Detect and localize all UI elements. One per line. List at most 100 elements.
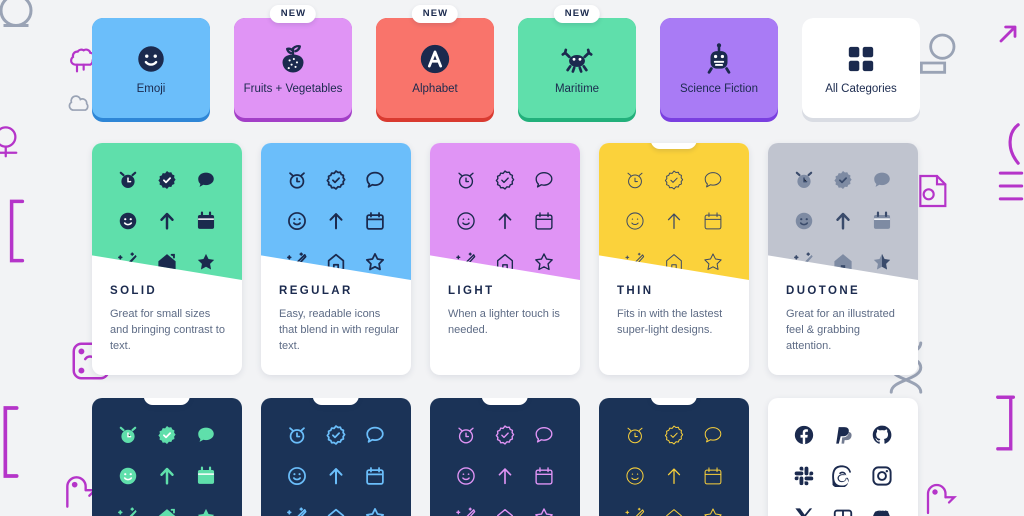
dark-style-card[interactable]: NEW <box>261 398 411 516</box>
magic-wand-icon <box>624 506 646 516</box>
category-card-label: Science Fiction <box>680 83 758 95</box>
style-card-preview <box>261 143 411 280</box>
check-badge-icon <box>156 169 178 191</box>
style-card-body: SOLID Great for small sizes and bringing … <box>110 285 230 354</box>
category-card-face: All Categories <box>802 18 920 118</box>
category-card[interactable]: Fruits + Vegetables NEW <box>234 5 352 122</box>
category-card-label: Fruits + Vegetables <box>243 83 343 95</box>
style-card[interactable]: SOLID Great for small sizes and bringing … <box>92 143 242 375</box>
style-icon-grid <box>261 169 411 273</box>
arrow-up-icon <box>325 210 347 232</box>
alarm-clock-icon <box>117 424 139 446</box>
check-badge-icon <box>494 169 516 191</box>
x-twitter-icon <box>793 506 815 516</box>
dark-style-card[interactable]: NEW <box>430 398 580 516</box>
check-badge-icon <box>663 169 685 191</box>
magic-wand-icon <box>117 506 139 516</box>
style-card-body: LIGHT When a lighter touch is needed. <box>448 285 568 338</box>
house-icon <box>663 506 685 516</box>
category-card-label: Alphabet <box>412 83 458 95</box>
alarm-clock-icon <box>624 424 646 446</box>
style-card-preview <box>430 143 580 280</box>
check-badge-icon <box>663 424 685 446</box>
crab-icon <box>560 42 594 76</box>
dark-style-card[interactable]: NEW <box>599 398 749 516</box>
smiley-face-icon <box>455 465 477 487</box>
magic-wand-icon <box>455 251 477 273</box>
calendar-icon <box>533 210 555 232</box>
style-card[interactable]: DUOTONE Great for an illustrated feel & g… <box>768 143 918 375</box>
style-card[interactable]: LIGHT When a lighter touch is needed. <box>430 143 580 375</box>
dark-style-row: NEW NEW NEW NEW <box>0 398 1024 516</box>
dark-icon-grid <box>92 424 242 516</box>
alarm-clock-icon <box>793 169 815 191</box>
robot-icon <box>702 42 736 76</box>
arrow-up-icon <box>494 210 516 232</box>
magic-wand-icon <box>286 506 308 516</box>
smiley-face-icon <box>117 210 139 232</box>
dark-icon-grid <box>599 424 749 516</box>
smiley-face-icon <box>286 465 308 487</box>
bluesky-icon <box>832 506 854 516</box>
brand-icon-grid <box>768 424 918 516</box>
star-icon <box>533 251 555 273</box>
style-icon-grid <box>768 169 918 273</box>
category-card[interactable]: Emoji <box>92 18 210 122</box>
category-card[interactable]: Science Fiction <box>660 18 778 122</box>
strawberry-icon <box>276 42 310 76</box>
letter-a-circle-icon <box>418 42 452 76</box>
house-icon <box>494 251 516 273</box>
grid-squares-icon <box>844 42 878 76</box>
new-badge: NEW <box>312 398 360 405</box>
category-card-face: Maritime <box>518 18 636 118</box>
arrow-up-icon <box>663 465 685 487</box>
category-card-face: Emoji <box>92 18 210 118</box>
category-card[interactable]: All Categories <box>802 18 920 122</box>
style-card-body: REGULAR Easy, readable icons that blend i… <box>279 285 399 354</box>
threads-icon <box>832 465 854 487</box>
house-icon <box>832 251 854 273</box>
calendar-icon <box>533 465 555 487</box>
category-card[interactable]: Alphabet NEW <box>376 5 494 122</box>
check-badge-icon <box>325 424 347 446</box>
style-card-preview <box>599 143 749 280</box>
star-icon <box>195 506 217 516</box>
magic-wand-icon <box>793 251 815 273</box>
alarm-clock-icon <box>117 169 139 191</box>
style-row: SOLID Great for small sizes and bringing … <box>0 143 1024 379</box>
speech-bubble-icon <box>702 424 724 446</box>
speech-bubble-icon <box>364 424 386 446</box>
speech-bubble-icon <box>364 169 386 191</box>
paypal-icon <box>832 424 854 446</box>
speech-bubble-icon <box>702 169 724 191</box>
dark-style-card[interactable]: NEW <box>92 398 242 516</box>
style-icon-grid <box>599 169 749 273</box>
calendar-icon <box>702 210 724 232</box>
style-icon-grid <box>92 169 242 273</box>
calendar-icon <box>702 465 724 487</box>
new-badge: NEW <box>143 398 191 405</box>
icon-library-page: Emoji Fruits + Vegetables NEW Alphabet NEW Ma… <box>0 0 1024 516</box>
arrow-up-icon <box>156 210 178 232</box>
style-card[interactable]: THIN Fits in with the lastest super-light… <box>599 143 749 375</box>
star-icon <box>195 251 217 273</box>
dark-icon-grid <box>430 424 580 516</box>
smiley-face-icon <box>117 465 139 487</box>
new-badge: NEW <box>411 5 459 23</box>
calendar-icon <box>195 210 217 232</box>
smiley-face-icon <box>624 210 646 232</box>
category-card-face: Fruits + Vegetables <box>234 18 352 118</box>
discord-icon <box>871 506 893 516</box>
check-badge-icon <box>494 424 516 446</box>
arrow-up-icon <box>156 465 178 487</box>
style-card-description: Fits in with the lastest super-light des… <box>617 308 723 336</box>
category-card-face: Alphabet <box>376 18 494 118</box>
speech-bubble-icon <box>871 169 893 191</box>
category-card[interactable]: Maritime NEW <box>518 5 636 122</box>
style-card-body: DUOTONE Great for an illustrated feel & g… <box>786 285 906 354</box>
style-card[interactable]: REGULAR Easy, readable icons that blend i… <box>261 143 411 375</box>
check-badge-icon <box>156 424 178 446</box>
brand-icons-card[interactable] <box>768 398 918 516</box>
slack-icon <box>793 465 815 487</box>
alarm-clock-icon <box>624 169 646 191</box>
